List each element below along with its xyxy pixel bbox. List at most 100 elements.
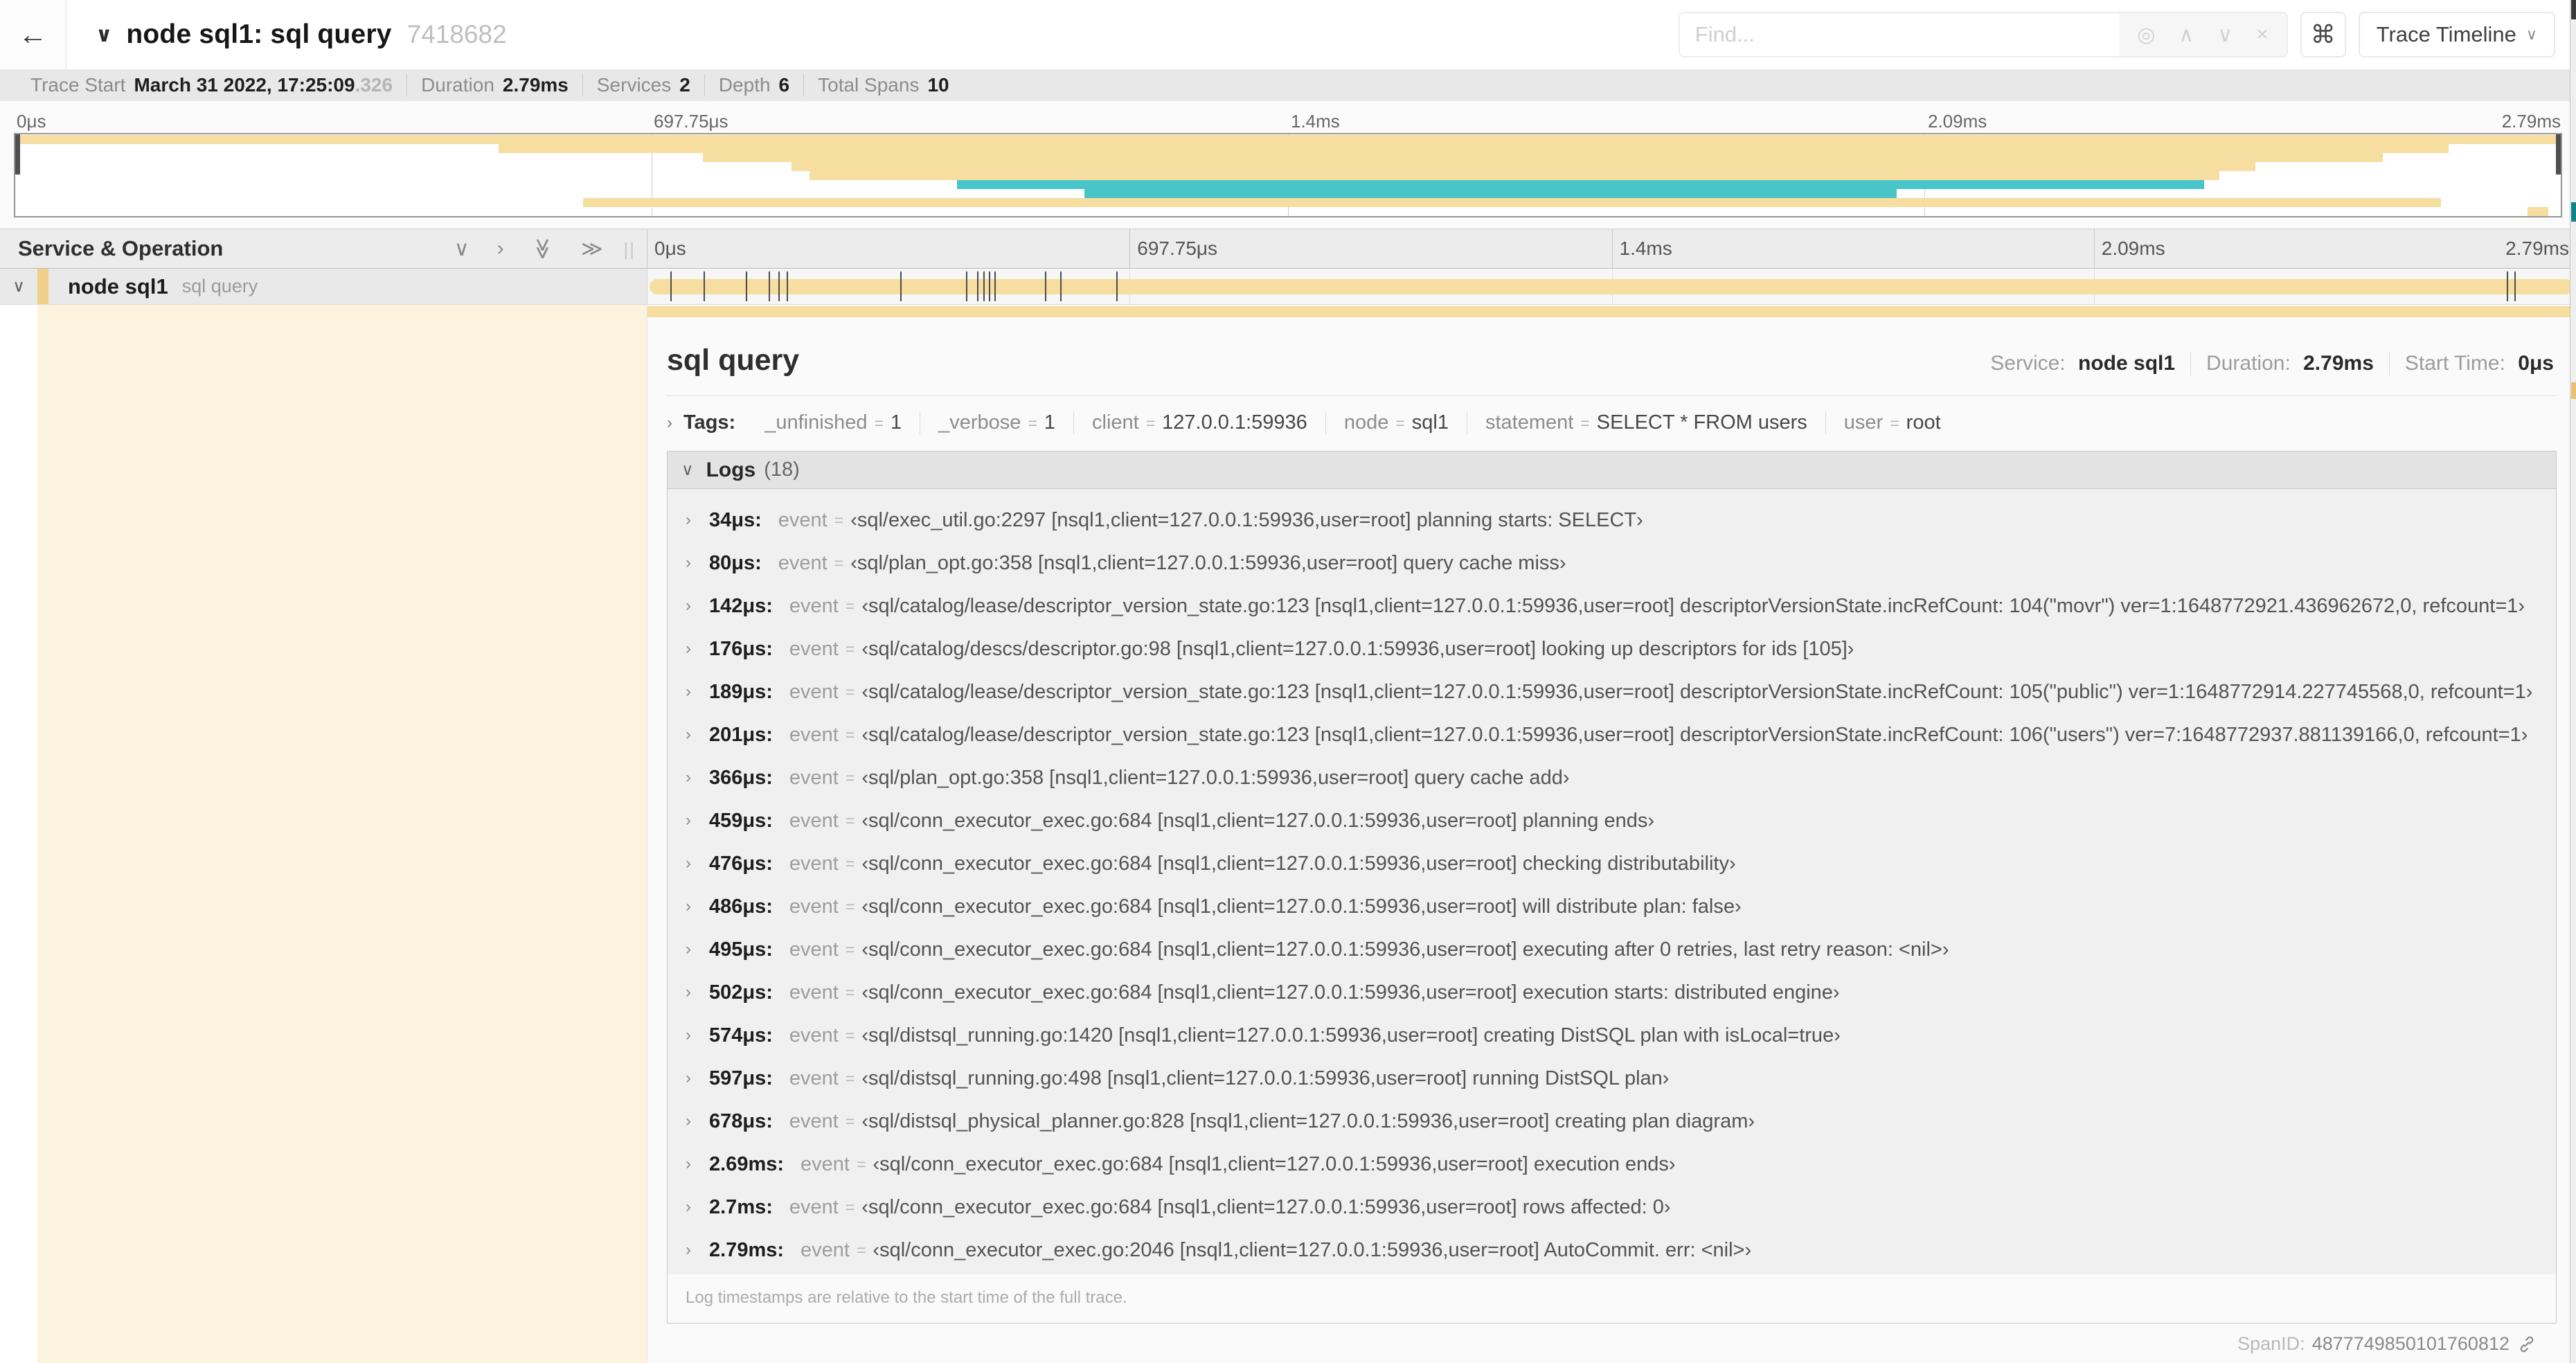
log-field-name: event (789, 1195, 839, 1218)
logs-list: › 34μs: event = ‹sql/exec_util.go:2297 [… (668, 489, 2556, 1274)
scroll-indicator-strip[interactable] (2570, 0, 2576, 1363)
log-entry-row[interactable]: › 2.69ms: event = ‹sql/conn_executor_exe… (668, 1143, 2556, 1186)
next-result-icon[interactable]: ∨ (2217, 23, 2233, 47)
span-id-value: 4877749850101760812 (2311, 1333, 2510, 1354)
expand-log-icon[interactable]: › (686, 940, 704, 959)
match-locate-icon[interactable]: ◎ (2137, 23, 2155, 47)
log-entry-row[interactable]: › 459μs: event = ‹sql/conn_executor_exec… (668, 799, 2556, 842)
expand-all-icon[interactable]: ≫ (581, 237, 602, 261)
service-operation-title: Service & Operation (18, 236, 224, 260)
log-entry-row[interactable]: › 476μs: event = ‹sql/conn_executor_exec… (668, 842, 2556, 885)
expand-log-icon[interactable]: › (686, 639, 704, 659)
stat-label: Duration (421, 74, 494, 96)
detail-left-column (0, 305, 647, 1363)
expand-log-icon[interactable]: › (686, 768, 704, 787)
column-resizer[interactable]: || (623, 239, 636, 260)
expand-log-icon[interactable]: › (686, 725, 704, 745)
collapse-all-icon[interactable]: ≫ (530, 238, 555, 259)
logs-accordion-header[interactable]: ∨ Logs (18) (668, 452, 2556, 489)
log-entry-row[interactable]: › 189μs: event = ‹sql/catalog/lease/desc… (668, 670, 2556, 713)
log-entry-row[interactable]: › 574μs: event = ‹sql/distsql_running.go… (668, 1014, 2556, 1057)
span-meta-item: Duration: 2.79ms (2190, 352, 2389, 375)
expand-log-icon[interactable]: › (686, 682, 704, 702)
log-equals: = (845, 682, 855, 701)
trace-header[interactable]: ∨ node sql1: sql query 7418682 (96, 19, 507, 50)
view-selector-label: Trace Timeline (2376, 22, 2516, 46)
keyboard-shortcuts-button[interactable]: ⌘ (2300, 12, 2346, 57)
log-timestamp: 459μs: (709, 809, 773, 832)
link-icon[interactable] (2518, 1335, 2536, 1353)
log-timestamp: 142μs: (709, 594, 773, 617)
log-timestamp: 189μs: (709, 680, 773, 703)
expand-log-icon[interactable]: › (686, 510, 704, 530)
log-marker-tick (670, 271, 672, 301)
log-entry-row[interactable]: › 495μs: event = ‹sql/conn_executor_exec… (668, 928, 2556, 971)
log-entry-row[interactable]: › 34μs: event = ‹sql/exec_util.go:2297 [… (668, 499, 2556, 542)
log-entry-row[interactable]: › 176μs: event = ‹sql/catalog/descs/desc… (668, 627, 2556, 670)
log-marker-tick (1044, 271, 1046, 301)
ruler-tick-label: 697.75μs (1137, 238, 1218, 259)
log-timestamp: 574μs: (709, 1024, 773, 1046)
log-timestamp: 201μs: (709, 723, 773, 746)
span-row-name-column[interactable]: ∨ node sql1 sql query (0, 269, 647, 304)
ruler-tick-label: 2.79ms (2505, 238, 2569, 259)
log-entry-row[interactable]: › 366μs: event = ‹sql/plan_opt.go:358 [n… (668, 756, 2556, 799)
expand-log-icon[interactable]: › (686, 897, 704, 916)
expand-log-icon[interactable]: › (686, 1197, 704, 1217)
expand-log-icon[interactable]: › (686, 1112, 704, 1131)
expand-log-icon[interactable]: › (686, 553, 704, 573)
expand-log-icon[interactable]: › (686, 1069, 704, 1088)
back-button[interactable]: ← (0, 0, 66, 69)
span-row[interactable]: ∨ node sql1 sql query (0, 269, 2576, 305)
log-entry-row[interactable]: › 486μs: event = ‹sql/conn_executor_exec… (668, 885, 2556, 928)
log-entry-row[interactable]: › 142μs: event = ‹sql/catalog/lease/desc… (668, 585, 2556, 627)
span-duration-bar[interactable] (650, 278, 2573, 294)
log-timestamp: 502μs: (709, 981, 773, 1004)
trace-stat: Total Spans 10 (803, 74, 963, 96)
log-equals: = (845, 983, 855, 1001)
expand-log-icon[interactable]: › (686, 983, 704, 1002)
log-entry-row[interactable]: › 201μs: event = ‹sql/catalog/lease/desc… (668, 713, 2556, 756)
meta-label: Duration: (2206, 352, 2291, 375)
minimap-left-drag-handle[interactable] (15, 134, 20, 175)
expand-one-icon[interactable]: › (497, 237, 504, 260)
expand-tags-icon[interactable]: › (667, 413, 672, 433)
tag-value: root (1906, 411, 1941, 434)
stat-value-dim: .326 (355, 74, 393, 96)
timeline-ruler: 0μs 697.75μs 1.4ms 2.09ms 2.79ms (647, 229, 2576, 268)
view-selector-button[interactable]: Trace Timeline ∨ (2358, 12, 2555, 57)
prev-result-icon[interactable]: ∧ (2179, 23, 2194, 47)
top-bar: ← ∨ node sql1: sql query 7418682 ◎ ∧ ∨ ×… (0, 0, 2576, 69)
tags-accordion-header[interactable]: › Tags: _unfinished = 1 _verbose = 1 cli… (667, 411, 2557, 434)
log-entry-row[interactable]: › 597μs: event = ‹sql/distsql_running.go… (668, 1057, 2556, 1100)
expand-log-icon[interactable]: › (686, 1026, 704, 1045)
log-entry-row[interactable]: › 678μs: event = ‹sql/distsql_physical_p… (668, 1100, 2556, 1143)
find-input[interactable] (1679, 13, 2120, 56)
expand-log-icon[interactable]: › (686, 854, 704, 873)
tag-key: user (1843, 411, 1884, 434)
collapse-logs-icon[interactable]: ∨ (681, 460, 694, 480)
stat-label: Services (596, 74, 672, 96)
log-entry-row[interactable]: › 2.7ms: event = ‹sql/conn_executor_exec… (668, 1186, 2556, 1229)
collapse-trace-icon[interactable]: ∨ (96, 23, 112, 47)
stat-value: 6 (778, 74, 790, 96)
log-equals: = (845, 940, 855, 959)
log-entry-row[interactable]: › 2.79ms: event = ‹sql/conn_executor_exe… (668, 1229, 2556, 1272)
expand-log-icon[interactable]: › (686, 1155, 704, 1174)
collapse-children-icon[interactable]: ∨ (0, 269, 37, 304)
log-entry-row[interactable]: › 502μs: event = ‹sql/conn_executor_exec… (668, 971, 2556, 1014)
expand-log-icon[interactable]: › (686, 1240, 704, 1260)
trace-stat: Services 2 (582, 74, 704, 96)
span-row-timeline[interactable] (647, 269, 2576, 304)
minimap-right-drag-handle[interactable] (2556, 134, 2561, 175)
expand-log-icon[interactable]: › (686, 596, 704, 616)
expand-log-icon[interactable]: › (686, 811, 704, 830)
minimap-tick-label: 2.09ms (1928, 111, 1987, 132)
collapse-one-icon[interactable]: ∨ (454, 237, 469, 261)
clear-find-icon[interactable]: × (2256, 23, 2269, 46)
stat-label: Total Spans (818, 74, 920, 96)
log-entry-row[interactable]: › 80μs: event = ‹sql/plan_opt.go:358 [ns… (668, 542, 2556, 585)
minimap-canvas[interactable] (14, 133, 2562, 217)
collapse-controls: ∨ › ≫ ≫ (454, 237, 603, 261)
span-detail-row: sql query Service: node sql1 Duration: 2… (0, 305, 2576, 1363)
